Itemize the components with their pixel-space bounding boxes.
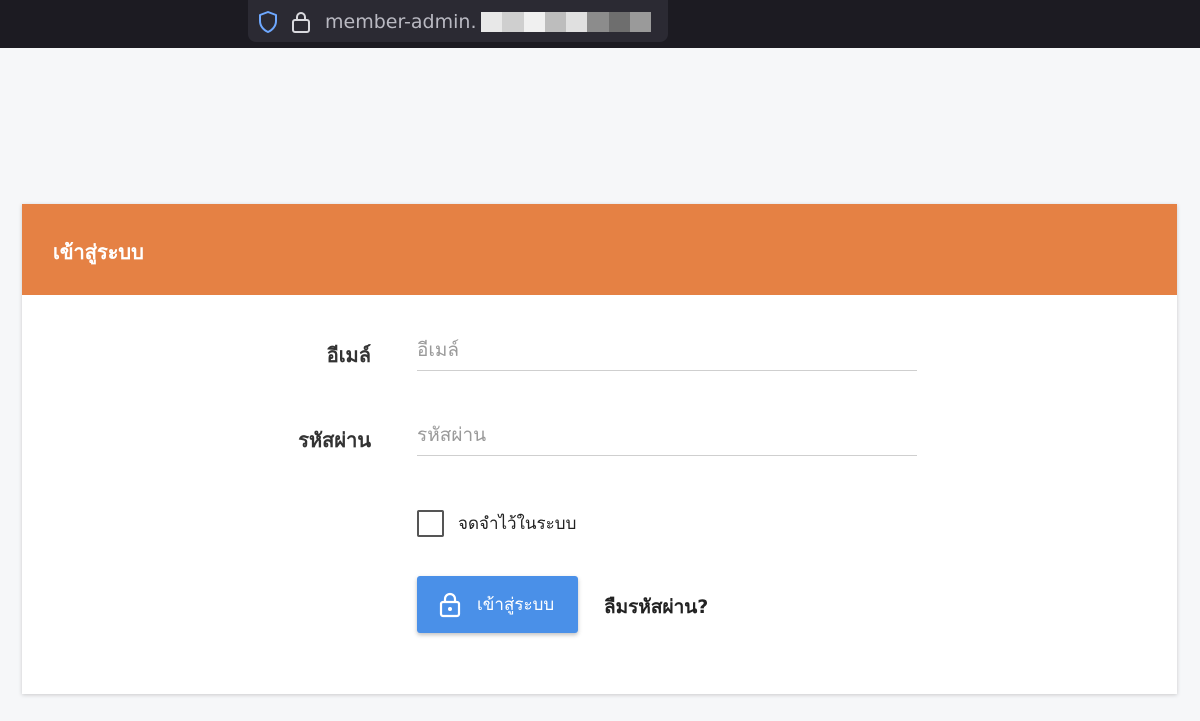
redacted-block — [544, 12, 566, 32]
login-button-label: เข้าสู่ระบบ — [477, 595, 555, 615]
shield-icon[interactable] — [256, 10, 280, 34]
remember-me-label: จดจำไว้ในระบบ — [458, 514, 577, 534]
redacted-block — [502, 12, 524, 32]
url-text: member-admin. — [325, 11, 477, 33]
login-card: เข้าสู่ระบบ อีเมล์ รหัสผ่าน จดจำไว้ในระบ… — [22, 204, 1177, 694]
redacted-block — [608, 12, 630, 32]
remember-me-checkbox[interactable] — [417, 510, 444, 537]
redacted-url-part — [481, 12, 651, 32]
email-label: อีเมล์ — [326, 343, 371, 367]
login-card-header: เข้าสู่ระบบ — [22, 204, 1177, 295]
password-label: รหัสผ่าน — [298, 428, 371, 452]
redacted-block — [523, 12, 545, 32]
login-button[interactable]: เข้าสู่ระบบ — [417, 576, 578, 633]
login-title: เข้าสู่ระบบ — [53, 240, 144, 264]
remember-me-option[interactable]: จดจำไว้ในระบบ — [417, 510, 576, 537]
lock-icon — [439, 592, 461, 617]
lock-icon[interactable] — [290, 10, 312, 34]
address-bar[interactable]: member-admin. — [248, 0, 668, 42]
redacted-block — [566, 12, 588, 32]
redacted-block — [587, 12, 609, 32]
redacted-block — [629, 12, 651, 32]
redacted-block — [481, 12, 503, 32]
browser-toolbar: member-admin. — [0, 0, 1200, 48]
password-field[interactable] — [417, 415, 917, 456]
forgot-password-link[interactable]: ลืมรหัสผ่าน? — [604, 592, 708, 622]
email-field[interactable] — [417, 330, 917, 371]
